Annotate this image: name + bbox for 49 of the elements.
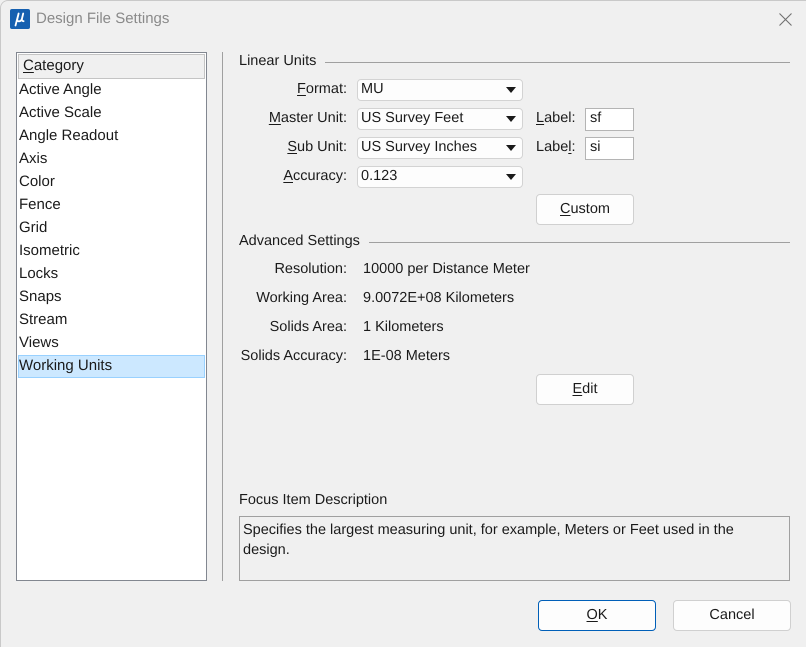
setting-label: Resolution: bbox=[273, 260, 347, 280]
section-heading: Advanced Settings bbox=[239, 232, 360, 252]
setting-value: 9.0072E+08 Kilometers bbox=[363, 289, 514, 308]
list-item[interactable]: Views bbox=[18, 332, 205, 355]
field-label: Master Unit: bbox=[268, 109, 347, 128]
app-icon bbox=[10, 9, 30, 29]
caret-icon bbox=[506, 87, 516, 93]
list-item[interactable]: Locks bbox=[18, 263, 205, 286]
setting-value: 10000 per Distance Meter bbox=[363, 260, 530, 280]
caret-icon bbox=[506, 145, 516, 151]
field-label: Label: bbox=[536, 138, 577, 158]
dropdown[interactable]: US Survey Feet bbox=[357, 108, 523, 130]
list-item[interactable]: Snaps bbox=[18, 286, 205, 309]
custom-button[interactable]: Custom bbox=[536, 194, 634, 225]
list-item[interactable]: Active Angle bbox=[18, 79, 205, 102]
list-item[interactable]: Angle Readout bbox=[18, 125, 205, 148]
list-item[interactable]: Grid bbox=[18, 217, 205, 240]
field-label: Sub Unit: bbox=[286, 138, 347, 158]
section-heading: Linear Units bbox=[239, 52, 316, 72]
field-label: Format: bbox=[296, 80, 347, 100]
dropdown[interactable]: US Survey Inches bbox=[357, 137, 523, 159]
dropdown[interactable]: 0.123 bbox=[357, 166, 523, 188]
list-item[interactable]: Active Scale bbox=[18, 102, 205, 125]
setting-label: Solids Area: bbox=[268, 318, 347, 338]
description-panel: Specifies the largest measuring unit, for example, Meters or Feet used in the design. bbox=[239, 516, 790, 581]
list-item[interactable]: Isometric bbox=[18, 240, 205, 263]
setting-value: 1E-08 Meters bbox=[363, 347, 450, 366]
text-field[interactable]: sf bbox=[585, 108, 634, 130]
section-heading: Focus Item Description bbox=[239, 491, 388, 510]
dropdown[interactable]: MU bbox=[357, 79, 523, 101]
list-header[interactable]: Category bbox=[18, 54, 205, 79]
ok-button[interactable]: OK bbox=[538, 600, 656, 631]
list-item[interactable]: Axis bbox=[18, 148, 205, 171]
setting-label: Solids Accuracy: bbox=[240, 347, 347, 366]
cancel-button[interactable]: Cancel bbox=[673, 600, 791, 631]
window-title: Design File Settings bbox=[36, 8, 170, 29]
list-item[interactable]: Stream bbox=[18, 309, 205, 332]
list-item[interactable]: Working Units bbox=[18, 355, 205, 378]
field-label: Accuracy: bbox=[282, 167, 347, 186]
field-label: Label: bbox=[536, 109, 577, 128]
setting-label: Working Area: bbox=[255, 289, 347, 308]
setting-value: 1 Kilometers bbox=[363, 318, 444, 338]
edit-button[interactable]: Edit bbox=[536, 374, 634, 405]
caret-icon bbox=[506, 174, 516, 180]
caret-icon bbox=[506, 116, 516, 122]
close-icon[interactable] bbox=[779, 12, 792, 26]
list-item[interactable]: Fence bbox=[18, 194, 205, 217]
list-item[interactable]: Color bbox=[18, 171, 205, 194]
text-field[interactable]: si bbox=[585, 136, 634, 160]
